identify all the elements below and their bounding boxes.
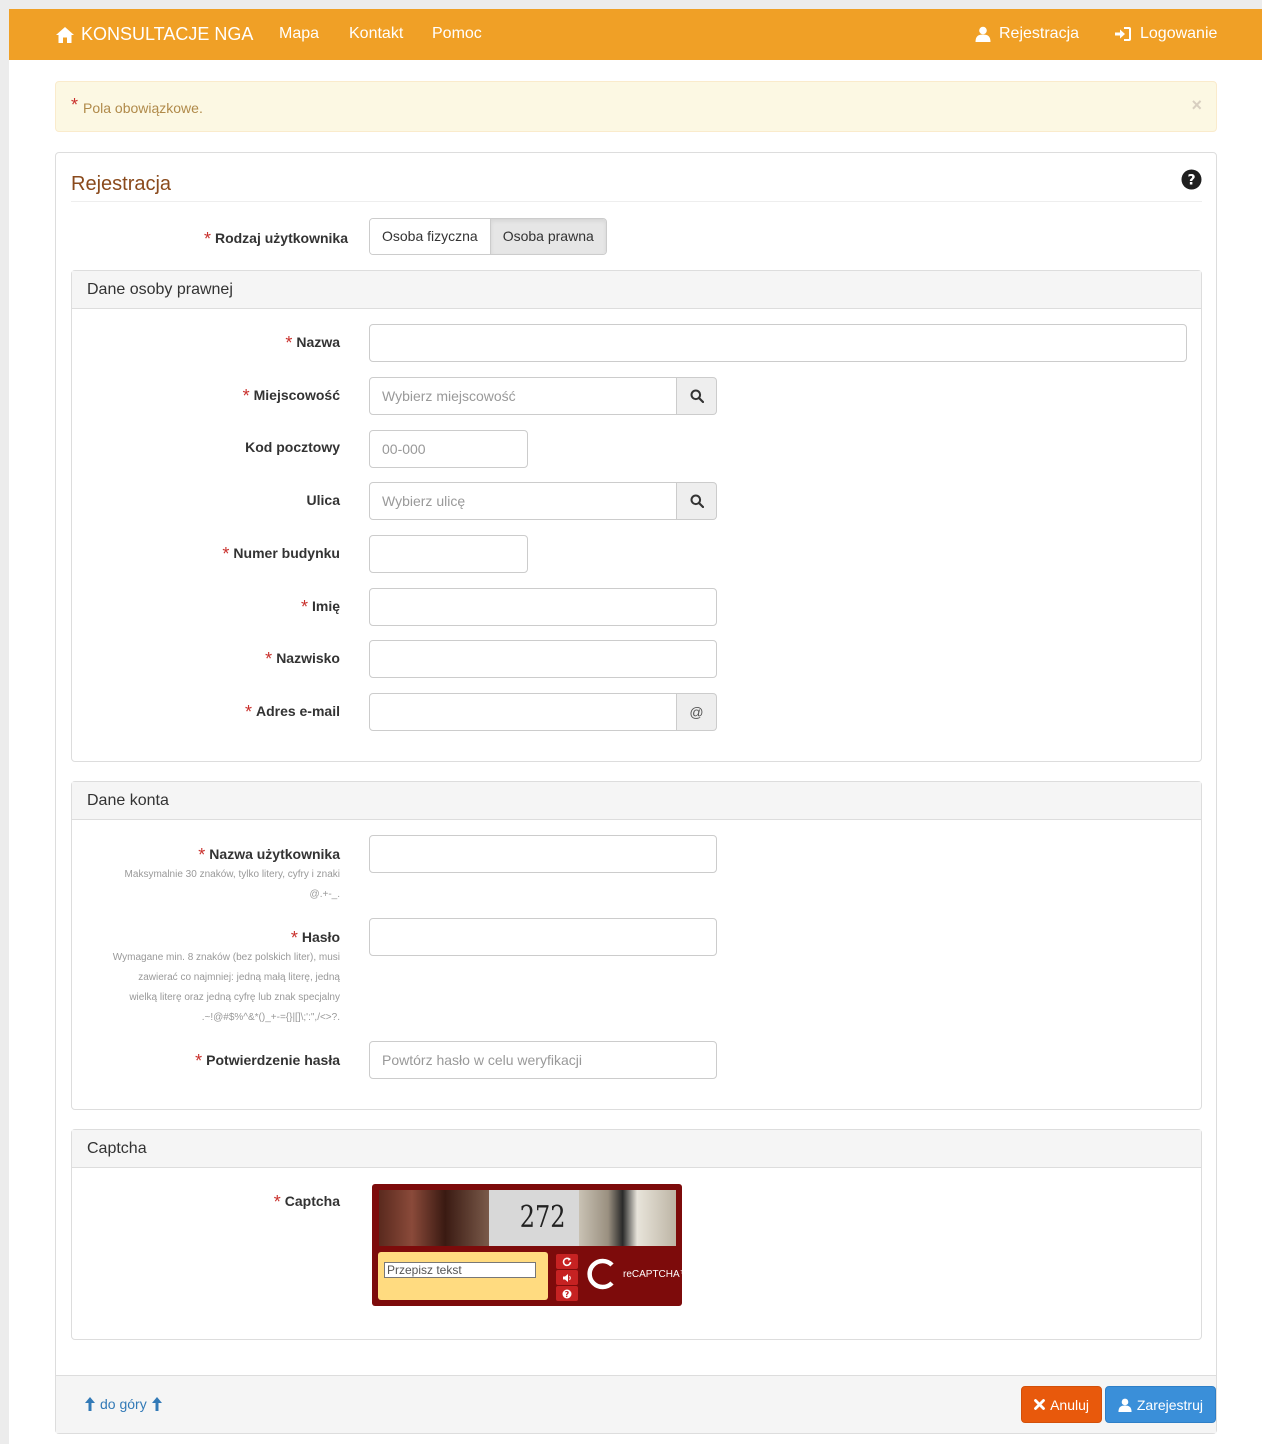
nazwa-input[interactable] <box>369 324 1187 362</box>
nav-link-mapa[interactable]: Mapa <box>279 25 319 43</box>
home-icon <box>55 26 75 44</box>
help-icon[interactable]: ? <box>556 1286 578 1301</box>
login-link-label: Logowanie <box>1140 25 1218 42</box>
nav-link-pomoc[interactable]: Pomoc <box>432 25 482 43</box>
kod-pocztowy-label: Kod pocztowy <box>245 439 340 455</box>
nazwa-label: * Nazwa <box>285 333 340 353</box>
page-title: Rejestracja <box>71 173 172 195</box>
back-to-top-link[interactable]: do góry <box>85 1396 162 1412</box>
page: KONSULTACJE NGA Mapa Kontakt Pomoc Rejes… <box>9 9 1262 1444</box>
login-icon <box>1114 26 1132 42</box>
nav-link-kontakt[interactable]: Kontakt <box>349 25 403 43</box>
register-button-label: Zarejestruj <box>1136 1396 1203 1413</box>
search-icon <box>690 494 704 508</box>
brand-link[interactable]: KONSULTACJE NGA <box>55 24 253 45</box>
required-star: * <box>71 95 79 115</box>
legal-entity-section: Dane osoby prawnej *Nazwa *Miejscowość K… <box>71 270 1202 762</box>
numer-budynku-label: * Numer budynku <box>222 544 340 564</box>
register-link-label: Rejestracja <box>999 25 1080 42</box>
email-addon: @ <box>677 693 717 731</box>
captcha-widget: 272 ? reCAPTCHA™ <box>372 1184 690 1306</box>
username-input[interactable] <box>369 835 717 873</box>
confirm-password-label: * Potwierdzenie hasła <box>195 1051 340 1071</box>
ulica-label: Ulica <box>306 492 340 508</box>
imie-label: * Imię <box>300 597 340 617</box>
recaptcha-logo-text: reCAPTCHA™ <box>623 1268 690 1280</box>
password-input[interactable] <box>369 918 717 956</box>
back-to-top-label: do góry <box>100 1396 147 1412</box>
section-heading: Dane osoby prawnej <box>72 271 1201 309</box>
captcha-label: * Captcha <box>273 1192 340 1212</box>
miejscowosc-input[interactable] <box>369 377 677 415</box>
captcha-image-text: 272 <box>519 1200 566 1235</box>
nazwisko-input[interactable] <box>369 640 717 678</box>
refresh-icon[interactable] <box>556 1254 578 1269</box>
times-icon <box>1034 1399 1045 1410</box>
captcha-input[interactable] <box>384 1262 536 1278</box>
navbar: KONSULTACJE NGA Mapa Kontakt Pomoc Rejes… <box>9 9 1262 60</box>
miejscowosc-search-button[interactable] <box>677 377 717 415</box>
registration-panel: Rejestracja ? * Rodzaj użytkownika Osoba … <box>55 152 1217 1434</box>
username-hint: Maksymalnie 30 znaków, tylko litery, cyf… <box>124 869 340 900</box>
audio-icon[interactable] <box>556 1270 578 1285</box>
account-section: Dane konta * Nazwa użytkownika Maksymalni… <box>71 781 1202 1110</box>
alert-close-button[interactable]: × <box>1191 95 1202 116</box>
nazwisko-label: * Nazwisko <box>265 649 340 669</box>
miejscowosc-label: * Miejscowość <box>242 386 340 406</box>
user-icon <box>975 26 991 42</box>
cancel-button[interactable]: Anuluj <box>1021 1386 1102 1423</box>
register-button[interactable]: Zarejestruj <box>1104 1386 1216 1423</box>
arrow-up-icon <box>85 1397 95 1411</box>
ulica-input[interactable] <box>369 482 677 520</box>
svg-text:?: ? <box>1187 173 1195 189</box>
register-link[interactable]: Rejestracja <box>975 25 1079 43</box>
arrow-up-icon <box>151 1397 162 1411</box>
captcha-section: Captcha *Captcha 272 ? <box>71 1129 1202 1340</box>
section-heading: Dane konta <box>72 782 1201 820</box>
email-label: * Adres e-mail <box>244 702 340 722</box>
title-divider <box>71 201 1202 202</box>
alert-text: Pola obowiązkowe. <box>83 100 203 116</box>
ulica-search-button[interactable] <box>677 482 717 520</box>
password-label: * Hasło <box>290 928 340 948</box>
question-circle-icon[interactable]: ? <box>1181 169 1202 190</box>
username-label: * Nazwa użytkownika <box>198 845 340 865</box>
numer-budynku-input[interactable] <box>369 535 528 573</box>
required-fields-alert: * Pola obowiązkowe. × <box>55 81 1217 132</box>
brand-text: KONSULTACJE NGA <box>81 24 254 44</box>
user-type-toggle: Osoba fizyczna Osoba prawna <box>369 218 607 255</box>
login-link[interactable]: Logowanie <box>1114 25 1217 43</box>
cancel-button-label: Anuluj <box>1050 1396 1089 1413</box>
svg-text:?: ? <box>565 1290 570 1299</box>
captcha-image: 272 <box>379 1190 676 1246</box>
recaptcha-logo: reCAPTCHA™ <box>584 1256 690 1292</box>
user-type-person-button[interactable]: Osoba fizyczna <box>370 219 490 254</box>
kod-pocztowy-input[interactable] <box>369 430 528 468</box>
password-hint: Wymagane min. 8 znaków (bez polskich lit… <box>112 952 340 1023</box>
search-icon <box>690 389 704 403</box>
email-input[interactable] <box>369 693 677 731</box>
confirm-password-input[interactable] <box>369 1041 717 1079</box>
user-type-label: * Rodzaj użytkownika <box>203 229 348 249</box>
section-heading: Captcha <box>72 1130 1201 1168</box>
user-icon <box>1118 1398 1132 1412</box>
form-footer: do góry Anuluj Zarejestruj <box>56 1375 1216 1433</box>
imie-input[interactable] <box>369 588 717 626</box>
user-type-company-button[interactable]: Osoba prawna <box>489 219 606 254</box>
captcha-input-box <box>378 1252 548 1300</box>
